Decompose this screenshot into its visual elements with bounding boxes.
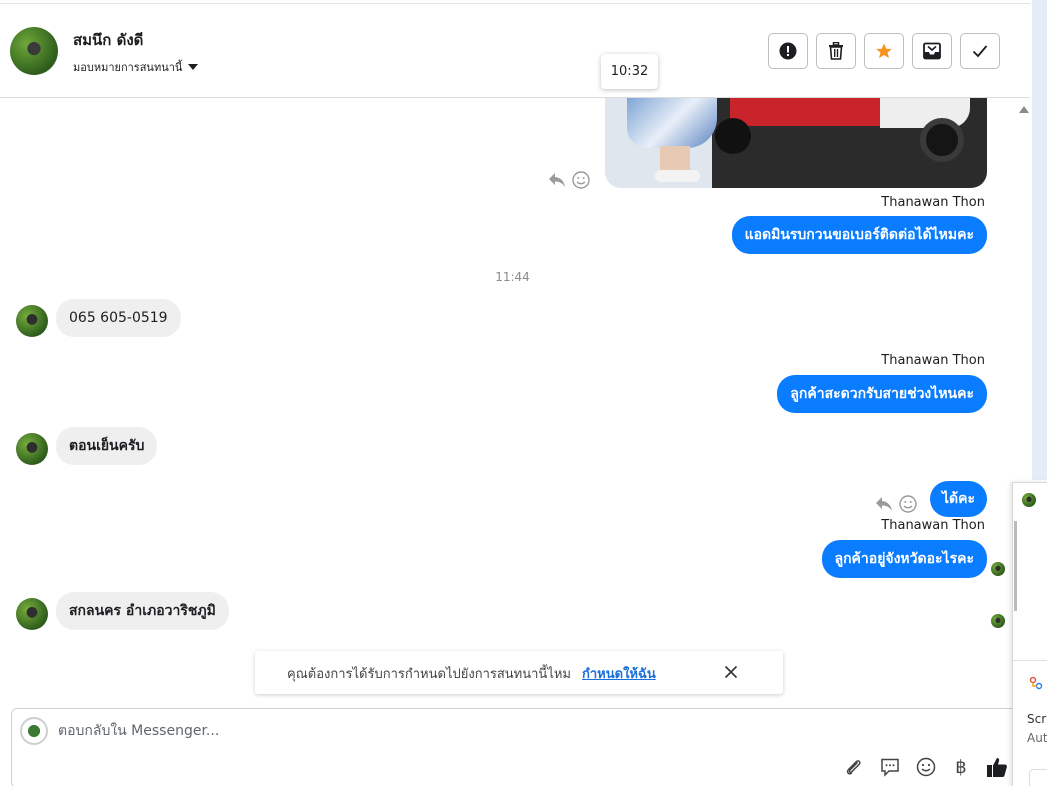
side-chat-panel: Scr Aut <box>1012 482 1047 786</box>
customer-avatar[interactable] <box>16 305 48 337</box>
divider <box>0 3 1030 4</box>
baht-icon: ฿ <box>955 756 967 778</box>
message-actions <box>875 495 917 513</box>
contact-avatar[interactable] <box>10 27 58 75</box>
star-icon <box>876 43 892 59</box>
page-logo <box>20 717 48 745</box>
mark-spam-button[interactable] <box>768 33 808 69</box>
time-divider: 11:44 <box>495 270 530 284</box>
scroll-up-arrow-icon[interactable] <box>1019 106 1029 113</box>
messenger-inbox-window: สมนึก ดังดี มอบหมายการสนทนานี้ 10:32 Tha… <box>0 0 1047 786</box>
reply-icon[interactable] <box>875 496 893 512</box>
reply-composer: ฿ <box>11 708 1021 786</box>
photo-car-tire <box>715 118 751 154</box>
star-button[interactable] <box>864 33 904 69</box>
delete-button[interactable] <box>816 33 856 69</box>
assign-label: มอบหมายการสนทนานี้ <box>73 61 183 74</box>
conversation-header: สมนึก ดังดี มอบหมายการสนทนานี้ <box>0 0 1030 98</box>
side-panel-subtext: Aut <box>1027 731 1047 745</box>
attach-button[interactable] <box>842 755 866 779</box>
react-emoji-icon[interactable] <box>572 171 590 189</box>
emoji-button[interactable] <box>914 755 938 779</box>
saved-replies-button[interactable] <box>878 755 902 779</box>
move-inbox-button[interactable] <box>912 33 952 69</box>
photo-car-tire <box>920 118 964 162</box>
inbox-icon <box>923 42 941 60</box>
side-panel-scrollbar[interactable] <box>1014 521 1017 611</box>
emoji-icon <box>916 757 936 777</box>
outgoing-message[interactable]: ลูกค้าอยู่จังหวัดอะไรคะ <box>821 540 987 578</box>
seen-receipt-avatar <box>991 562 1005 576</box>
side-panel-conversation[interactable] <box>1013 483 1047 661</box>
chat-bubble-icon <box>881 758 899 777</box>
caret-down-icon <box>188 64 199 70</box>
close-icon[interactable] <box>724 665 738 679</box>
reply-input[interactable] <box>58 721 758 741</box>
side-panel-text: Scr <box>1027 712 1047 726</box>
puzzle-icon[interactable] <box>1029 676 1043 690</box>
like-button[interactable] <box>985 755 1009 779</box>
incoming-message[interactable]: สกลนคร อำเภอวาริชภูมิ <box>56 592 229 630</box>
trash-icon <box>829 42 843 60</box>
outgoing-message[interactable]: ลูกค้าสะดวกรับสายช่วงไหนคะ <box>777 375 987 413</box>
photo-person-shoes <box>655 170 700 182</box>
outgoing-message[interactable]: แอดมินรบกวนขอเบอร์ติดต่อได้ไหมคะ <box>731 216 987 254</box>
background-strip <box>1032 0 1047 480</box>
reply-icon[interactable] <box>548 172 566 188</box>
sender-name: Thanawan Thon <box>881 353 985 368</box>
timestamp-tooltip: 10:32 <box>601 54 658 89</box>
assign-suggestion-banner: คุณต้องการได้รับการกำหนดไปยังการสนทนานี้… <box>255 651 783 694</box>
side-panel-avatar <box>1022 493 1036 507</box>
seen-receipt-avatar <box>991 614 1005 628</box>
check-icon <box>972 45 988 58</box>
alert-icon <box>779 42 797 60</box>
mark-done-button[interactable] <box>960 33 1000 69</box>
incoming-message[interactable]: ตอนเย็นครับ <box>56 427 158 465</box>
banner-text: คุณต้องการได้รับการกำหนดไปยังการสนทนานี้… <box>287 667 571 682</box>
incoming-message[interactable]: 065 605-0519 <box>56 299 181 337</box>
assign-to-me-link[interactable]: กำหนดให้ฉัน <box>582 663 656 684</box>
photo-person-dress <box>627 98 717 148</box>
sender-name: Thanawan Thon <box>881 518 985 533</box>
react-emoji-icon[interactable] <box>899 495 917 513</box>
message-actions <box>548 171 590 189</box>
customer-avatar[interactable] <box>16 598 48 630</box>
paperclip-icon <box>846 760 861 775</box>
thumbs-up-icon <box>987 758 1007 777</box>
contact-name[interactable]: สมนึก ดังดี <box>73 28 143 52</box>
outgoing-message[interactable]: ได้คะ <box>929 481 987 517</box>
shared-photo-attachment[interactable] <box>605 98 987 188</box>
sender-name: Thanawan Thon <box>881 195 985 210</box>
payment-button[interactable]: ฿ <box>949 755 973 779</box>
assign-conversation-dropdown[interactable]: มอบหมายการสนทนานี้ <box>73 58 199 76</box>
customer-avatar[interactable] <box>16 433 48 465</box>
side-panel-card[interactable] <box>1029 769 1047 786</box>
